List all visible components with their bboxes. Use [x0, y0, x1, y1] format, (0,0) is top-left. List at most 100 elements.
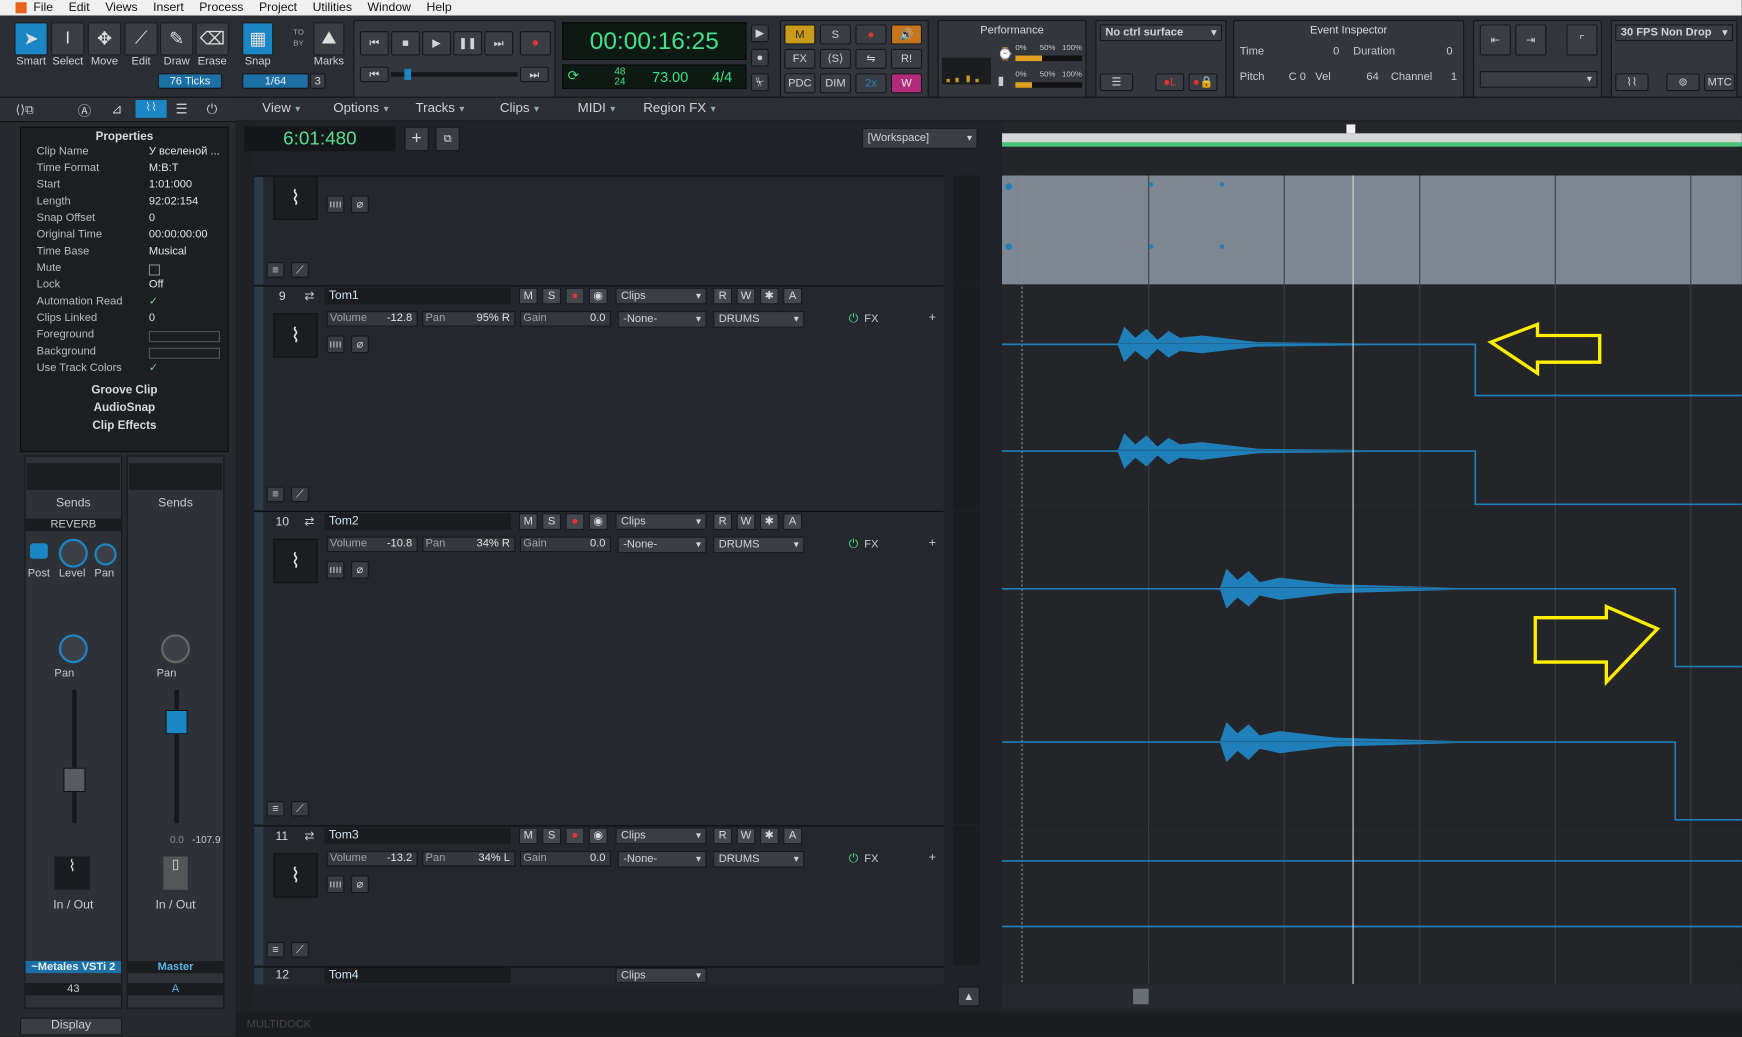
add-fx-icon[interactable]: + [929, 851, 936, 864]
nudge-left-button[interactable]: ⇤ [1479, 24, 1511, 56]
duplicate-track-button[interactable]: ⧉ [435, 126, 460, 152]
gain-field[interactable]: Gain 0.0 [519, 850, 611, 867]
volume-value[interactable]: -10.8 [387, 538, 412, 550]
track-menu-button[interactable]: ≡ [266, 486, 285, 503]
strip-name[interactable]: Master [127, 960, 224, 974]
mute-global-button[interactable]: M [784, 24, 816, 45]
fx-bypass-button[interactable]: FX [784, 48, 816, 69]
automation-button[interactable]: ⇋ [855, 48, 887, 69]
freeze-button[interactable]: ✱ [759, 287, 779, 305]
edit-tool-select[interactable] [1479, 71, 1598, 88]
track-name[interactable]: Tom2 [324, 513, 512, 530]
input-select[interactable]: -None- [617, 536, 707, 554]
draw-tool-button[interactable]: ✎ [159, 22, 194, 56]
tab-power-icon[interactable]: ⏻ [207, 101, 218, 118]
prop-lock[interactable]: Lock Off [21, 279, 228, 296]
fps-select[interactable]: 30 FPS Non Drop [1615, 24, 1734, 42]
gain-field[interactable]: Gain 0.0 [519, 536, 611, 553]
smart-tool-button[interactable]: ➤ [14, 22, 48, 56]
write-automation-button[interactable]: W [736, 513, 756, 530]
automation-lane-button[interactable]: ⟋ [291, 800, 309, 817]
automation-lane-button[interactable]: ⟋ [291, 942, 309, 958]
prop-background[interactable]: Background [21, 345, 228, 362]
tab-arranger-icon[interactable]: Ⓐ [78, 101, 91, 120]
pan-field[interactable]: Pan 34% L [422, 850, 516, 867]
use-track-colors-checkbox[interactable]: ✓ [149, 362, 227, 374]
prop-value[interactable]: Off [149, 279, 227, 291]
select-tool-button[interactable]: I [51, 22, 85, 56]
read-automation-button[interactable]: R [713, 513, 733, 530]
clips-select[interactable]: Clips [615, 287, 707, 305]
nudge-right-button[interactable]: ⇥ [1515, 24, 1547, 56]
mute-checkbox[interactable] [148, 264, 160, 276]
phase-button[interactable]: ıııı [326, 875, 345, 894]
prop-value[interactable]: У вселеной ... [149, 146, 227, 158]
control-surface-select[interactable]: No ctrl surface [1099, 24, 1222, 42]
tab-clip-inspector-icon[interactable]: ⌇⌇ [135, 99, 167, 118]
prop-use-track-colors[interactable]: Use Track Colors ✓ [21, 362, 228, 379]
fx-bin[interactable] [128, 463, 223, 490]
prop-time-base[interactable]: Time Base Musical [21, 246, 228, 263]
read-all-button[interactable]: R! [890, 48, 923, 69]
prop-value[interactable]: 0 [149, 212, 227, 224]
volume-fader[interactable] [63, 767, 86, 793]
go-start-button[interactable]: ⏮ [359, 66, 389, 83]
pause-button[interactable]: ❚❚ [453, 31, 483, 56]
link-button[interactable]: ⟨S⟩ [819, 48, 851, 69]
pan-field[interactable]: Pan 34% R [422, 536, 516, 553]
record-button[interactable]: ⏺ [519, 31, 552, 56]
position-slider-thumb[interactable] [404, 68, 412, 80]
master-volume-fader[interactable] [165, 709, 188, 735]
mono-button[interactable]: ⌀ [351, 875, 369, 894]
go-end-button[interactable]: ⏭ [519, 66, 549, 83]
add-fx-icon[interactable]: + [929, 537, 936, 550]
envelope-tom2-right[interactable] [1002, 741, 1742, 821]
prop-original-time[interactable]: Original Time 00:00:00:00 [21, 229, 228, 246]
automation-lane-button[interactable]: ⟋ [291, 262, 309, 278]
event-pitch-value[interactable]: C 0 [1289, 71, 1306, 83]
menu-process[interactable]: Process [199, 1, 243, 14]
solo-button[interactable]: S [542, 287, 562, 305]
gain-field[interactable]: Gain 0.0 [519, 311, 611, 327]
send-reverb[interactable]: REVERB [25, 518, 122, 532]
input-select[interactable]: -None- [617, 850, 707, 868]
menu-views[interactable]: Views [105, 1, 137, 14]
mono-button[interactable]: ⌀ [351, 335, 369, 354]
horizontal-scrollbar[interactable] [1002, 984, 1742, 1009]
volume-value[interactable]: -13.2 [387, 852, 412, 864]
archive-button[interactable]: A [783, 513, 803, 530]
clips-select[interactable]: Clips [615, 827, 707, 845]
fx-power-icon[interactable]: ⏻ [849, 538, 859, 552]
mono-button[interactable]: ⌀ [351, 561, 369, 579]
prop-value[interactable]: 1:01:000 [149, 179, 227, 191]
output-select[interactable]: DRUMS [713, 850, 805, 868]
event-channel-value[interactable]: 1 [1451, 71, 1457, 83]
output-select[interactable]: DRUMS [713, 311, 805, 328]
automation-lane-button[interactable]: ⟋ [291, 486, 309, 503]
track-settings-icon[interactable]: ⇄ [304, 514, 314, 528]
event-duration-value[interactable]: 0 [1446, 46, 1452, 58]
pan-value[interactable]: 95% R [477, 312, 510, 324]
now-time-field[interactable]: 6:01:480 [244, 126, 396, 152]
track-menu-button[interactable]: ≡ [266, 800, 285, 817]
strip-name[interactable]: ~Metales VSTi 2 [25, 960, 122, 974]
prop-value[interactable]: 92:02:154 [149, 196, 227, 208]
menu-help[interactable]: Help [427, 1, 452, 14]
volume-field[interactable]: Volume -12.8 [326, 311, 418, 327]
mute-button[interactable]: M [518, 827, 538, 845]
track-menu-button[interactable]: ≡ [266, 942, 285, 958]
menu-region-fx[interactable]: Region FX [643, 100, 715, 116]
fx-power-icon[interactable]: ⏻ [849, 852, 859, 866]
mtc-button[interactable]: MTC [1704, 73, 1736, 92]
prop-length[interactable]: Length 92:02:154 [21, 196, 228, 213]
add-fx-icon[interactable]: + [929, 311, 936, 324]
freeze-button[interactable]: ✱ [759, 827, 779, 845]
prop-value[interactable]: 00:00:00:00 [149, 229, 227, 241]
track-settings-icon[interactable]: ⇄ [304, 829, 314, 843]
foreground-swatch[interactable] [148, 331, 220, 343]
now-marker[interactable] [1346, 124, 1356, 134]
prop-value[interactable]: M:B:T [149, 162, 227, 174]
meter-value[interactable]: 4/4 [712, 69, 732, 86]
menu-edit[interactable]: Edit [69, 1, 90, 14]
menu-insert[interactable]: Insert [153, 1, 184, 14]
